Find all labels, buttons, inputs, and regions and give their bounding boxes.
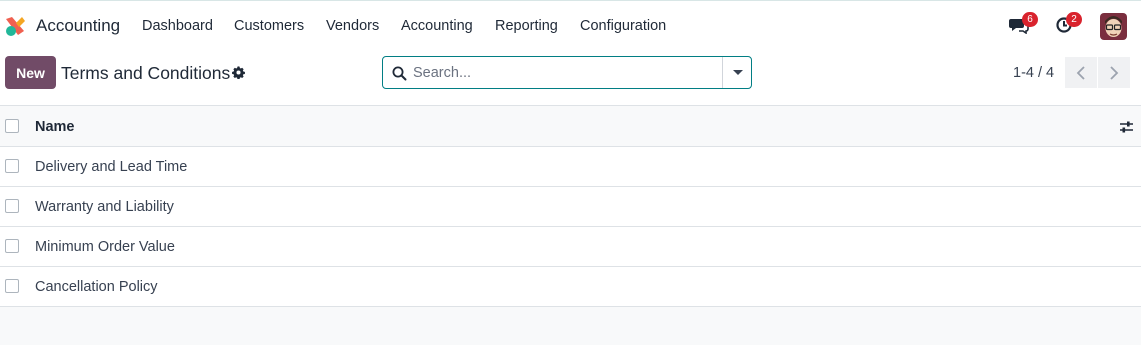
column-header-name[interactable]: Name [35, 119, 75, 135]
row-checkbox[interactable] [5, 199, 19, 213]
gear-icon[interactable] [232, 66, 245, 79]
row-checkbox[interactable] [5, 279, 19, 293]
pager-next-button[interactable] [1098, 57, 1130, 88]
control-panel: New Terms and Conditions 1-4 / 4 [0, 50, 1141, 106]
sliders-icon[interactable] [1119, 120, 1134, 134]
top-navbar: Accounting Dashboard Customers Vendors A… [0, 0, 1141, 50]
app-name[interactable]: Accounting [36, 16, 120, 36]
table-row[interactable]: Delivery and Lead Time [0, 147, 1141, 187]
chevron-left-icon [1076, 66, 1085, 80]
new-button[interactable]: New [5, 56, 56, 89]
menu-item-reporting[interactable]: Reporting [495, 18, 558, 34]
search-options-toggle[interactable] [722, 57, 751, 88]
pager-previous-button[interactable] [1065, 57, 1097, 88]
menu-item-customers[interactable]: Customers [234, 18, 304, 34]
list-view: Name Delivery and Lead Time Warranty and… [0, 105, 1141, 345]
menu-item-accounting[interactable]: Accounting [401, 18, 473, 34]
page-title: Terms and Conditions [61, 63, 231, 83]
list-header: Name [0, 106, 1141, 147]
select-all-checkbox[interactable] [5, 119, 19, 133]
pager-value[interactable]: 1-4 / 4 [1013, 65, 1054, 81]
row-name: Cancellation Policy [35, 279, 158, 295]
caret-down-icon [733, 70, 743, 75]
table-row[interactable]: Minimum Order Value [0, 227, 1141, 267]
row-checkbox[interactable] [5, 239, 19, 253]
activities-badge: 2 [1066, 12, 1082, 27]
menu-item-vendors[interactable]: Vendors [326, 18, 379, 34]
row-checkbox[interactable] [5, 159, 19, 173]
search-box [382, 56, 752, 89]
row-name: Warranty and Liability [35, 199, 174, 215]
row-name: Minimum Order Value [35, 239, 175, 255]
activities-button[interactable]: 2 [1055, 11, 1091, 41]
row-name: Delivery and Lead Time [35, 159, 188, 175]
table-row[interactable]: Warranty and Liability [0, 187, 1141, 227]
menu-item-configuration[interactable]: Configuration [580, 18, 666, 34]
table-row[interactable]: Cancellation Policy [0, 267, 1141, 307]
user-avatar[interactable] [1100, 13, 1127, 40]
messages-badge: 6 [1022, 12, 1038, 27]
search-input[interactable] [413, 58, 723, 87]
avatar-icon [1100, 13, 1127, 40]
messages-button[interactable]: 6 [1009, 11, 1045, 41]
menu-item-dashboard[interactable]: Dashboard [142, 18, 213, 34]
search-icon [392, 66, 407, 81]
chevron-right-icon [1110, 66, 1119, 80]
app-logo-icon[interactable] [4, 15, 26, 37]
